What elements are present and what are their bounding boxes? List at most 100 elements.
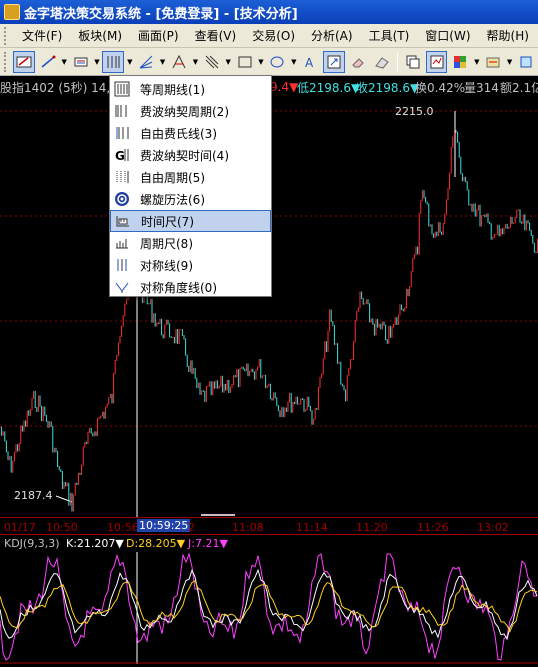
menu-item-free-period[interactable]: 自由周期(5) <box>110 166 271 188</box>
style-tool-dropdown[interactable]: ▼ <box>505 51 514 73</box>
svg-text:A: A <box>305 56 314 70</box>
grid-tool-dropdown[interactable]: ▼ <box>224 51 233 73</box>
kdj-d-value: D:28.205▼ <box>126 537 186 550</box>
clear-tool-icon[interactable] <box>371 51 393 73</box>
drawing-toolbar: ▼ ▼ ▼ ▼ ▼ ▼ ▼ ▼ A ▼ ▼ <box>0 48 538 76</box>
time-ruler-icon <box>113 212 133 230</box>
menu-view[interactable]: 查看(V) <box>187 27 245 44</box>
color-tool-icon[interactable] <box>449 51 471 73</box>
toolbar-separator <box>396 51 398 72</box>
menu-item-symmetry-angle[interactable]: 对称角度线(0) <box>110 276 271 298</box>
spiral-calendar-icon <box>112 190 132 208</box>
channel-tool-dropdown[interactable]: ▼ <box>93 51 102 73</box>
rectangle-tool-dropdown[interactable]: ▼ <box>257 51 266 73</box>
period-tool-dropdown[interactable]: ▼ <box>125 51 134 73</box>
toolbar-grip <box>4 51 8 72</box>
kdj-j-value: J:7.21▼ <box>188 537 228 550</box>
app-icon <box>4 4 20 20</box>
gann-tool-dropdown[interactable]: ▼ <box>191 51 200 73</box>
more-tools-icon[interactable] <box>515 51 537 73</box>
menu-item-label: 自由费氏线(3) <box>140 126 217 141</box>
svg-text:G: G <box>115 149 125 163</box>
time-cursor-label: 10:59:25 <box>137 519 191 532</box>
line-tool-icon[interactable] <box>37 51 59 73</box>
symbol-label: 股指1402 (5秒) 14, <box>0 80 111 95</box>
high-price-label: 2215.0 <box>395 105 434 118</box>
low-price-label: 2187.4 <box>14 489 53 502</box>
kdj-k-line <box>0 568 538 641</box>
symmetry-line-icon <box>112 256 132 274</box>
menu-item-label: 对称线(9) <box>140 258 193 273</box>
period-tool-menu: 等周期线(1) 费波纳契周期(2) 自由费氏线(3) G 费波纳契时间(4) 自… <box>109 75 272 297</box>
time-label: 01/17 <box>4 521 36 534</box>
period-ruler-icon <box>112 234 132 252</box>
menu-window[interactable]: 窗口(W) <box>417 27 478 44</box>
menu-tools[interactable]: 工具(T) <box>361 27 418 44</box>
menu-item-label: 等周期线(1) <box>140 82 205 97</box>
menu-view-page[interactable]: 画面(P) <box>130 27 187 44</box>
free-fibonacci-icon <box>112 124 132 142</box>
kdj-info-bar: KDJ(9,3,3) K:21.207▼ D:28.205▼ J:7.21▼ <box>0 536 538 552</box>
kdj-chart[interactable] <box>0 552 538 664</box>
time-label: 10:50 <box>46 521 78 534</box>
rectangle-tool-icon[interactable] <box>234 51 256 73</box>
menu-item-label: 费波纳契时间(4) <box>140 148 229 163</box>
menu-item-label: 周期尺(8) <box>140 236 193 251</box>
grid-tool-icon[interactable] <box>201 51 223 73</box>
menu-item-fibonacci-period[interactable]: 费波纳契周期(2) <box>110 100 271 122</box>
menu-analysis[interactable]: 分析(A) <box>303 27 361 44</box>
menu-bar: 文件(F) 板块(M) 画面(P) 查看(V) 交易(O) 分析(A) 工具(T… <box>0 24 538 48</box>
menu-item-fibonacci-time[interactable]: G 费波纳契时间(4) <box>110 144 271 166</box>
text-tool-icon[interactable]: A <box>299 51 321 73</box>
kdj-d-line <box>0 580 538 633</box>
ellipse-tool-icon[interactable] <box>266 51 288 73</box>
arrow-tool-icon[interactable] <box>323 50 345 73</box>
menu-grip <box>4 26 8 45</box>
menu-file[interactable]: 文件(F) <box>14 27 70 44</box>
window-title: 金字塔决策交易系统 - [免费登录] - [技术分析] <box>24 6 298 22</box>
gann-tool-icon[interactable] <box>168 51 190 73</box>
time-label: 11:20 <box>356 521 388 534</box>
menu-item-label: 时间尺(7) <box>141 214 194 229</box>
time-label: 11:26 <box>417 521 449 534</box>
copy-tool-icon[interactable] <box>402 51 424 73</box>
menu-item-spiral-calendar[interactable]: 螺旋历法(6) <box>110 188 271 210</box>
menu-item-symmetry-line[interactable]: 对称线(9) <box>110 254 271 276</box>
menu-help[interactable]: 帮助(H) <box>479 27 537 44</box>
eraser-tool-icon[interactable] <box>347 51 369 73</box>
fan-tool-icon[interactable] <box>135 51 157 73</box>
period-tool-icon[interactable] <box>102 50 125 73</box>
line-tool-dropdown[interactable]: ▼ <box>60 51 69 73</box>
menu-item-period-ruler[interactable]: 周期尺(8) <box>110 232 271 254</box>
equal-period-lines-icon <box>112 80 132 98</box>
change-value: 9.4▼ <box>270 80 299 94</box>
menu-item-free-fibonacci[interactable]: 自由费氏线(3) <box>110 122 271 144</box>
menu-item-label: 费波纳契周期(2) <box>140 104 229 119</box>
time-label: 13:02 <box>477 521 509 534</box>
menu-item-time-ruler[interactable]: 时间尺(7) <box>110 210 271 232</box>
style-tool-icon[interactable] <box>482 51 504 73</box>
title-bar: 金字塔决策交易系统 - [免费登录] - [技术分析] <box>0 0 538 24</box>
amount-value: 额2.1亿 <box>500 80 538 95</box>
overlay-tool-icon[interactable] <box>425 50 448 73</box>
menu-sector[interactable]: 板块(M) <box>70 27 130 44</box>
close-value: 收2198.6▼ <box>356 80 420 95</box>
color-tool-dropdown[interactable]: ▼ <box>472 51 481 73</box>
turnover-value: 换0.42% <box>415 80 466 95</box>
symmetry-angle-icon <box>112 278 132 296</box>
free-period-icon <box>112 168 132 186</box>
time-axis: 01/17 10:50 10:56 10:59:25 2 11:08 11:14… <box>0 514 538 535</box>
select-tool-icon[interactable] <box>12 50 35 73</box>
channel-tool-icon[interactable] <box>70 51 92 73</box>
fibonacci-period-icon <box>112 102 132 120</box>
scroll-marker[interactable] <box>201 514 235 516</box>
fan-tool-dropdown[interactable]: ▼ <box>158 51 167 73</box>
ellipse-tool-dropdown[interactable]: ▼ <box>289 51 298 73</box>
time-label: 11:08 <box>232 521 264 534</box>
menu-trade[interactable]: 交易(O) <box>244 27 303 44</box>
menu-item-label: 螺旋历法(6) <box>140 192 205 207</box>
time-label: 11:14 <box>296 521 328 534</box>
low-pointer <box>55 495 73 503</box>
time-label: 10:56 <box>107 521 139 534</box>
menu-item-equal-period[interactable]: 等周期线(1) <box>110 78 271 100</box>
